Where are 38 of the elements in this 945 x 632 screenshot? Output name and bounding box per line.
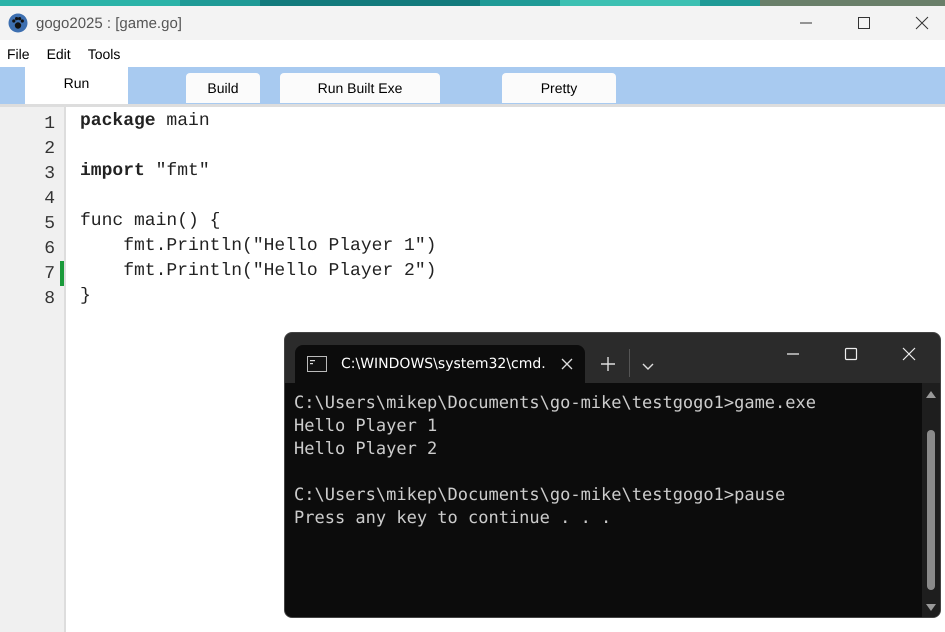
line-number: 8 bbox=[44, 288, 55, 308]
tab[interactable]: Build bbox=[186, 73, 260, 103]
code-line: import "fmt" bbox=[80, 161, 210, 181]
new-tab-icon[interactable] bbox=[601, 357, 615, 371]
console-line: Hello Player 1 bbox=[294, 416, 438, 436]
code-line: package main bbox=[80, 111, 210, 131]
line-number: 2 bbox=[44, 138, 55, 158]
menu-item[interactable]: Tools bbox=[88, 46, 120, 62]
console-line: Press any key to continue . . . bbox=[294, 508, 612, 528]
line-number: 4 bbox=[44, 188, 55, 208]
console-line: C:\Users\mikep\Documents\go-mike\testgogo1>pause bbox=[294, 485, 786, 505]
line-number: 6 bbox=[44, 238, 55, 258]
code-line: fmt.Println("Hello Player 2") bbox=[122, 261, 436, 281]
console-line: Hello Player 2 bbox=[294, 439, 438, 459]
scroll-up-icon[interactable] bbox=[926, 391, 936, 398]
terminal-tab[interactable]: C:\WINDOWS\system32\cmd. bbox=[295, 345, 585, 383]
chevron-down-icon[interactable] bbox=[642, 363, 654, 371]
menu-item[interactable]: File bbox=[7, 46, 30, 62]
menu-item[interactable]: Edit bbox=[46, 46, 71, 62]
scrollbar-thumb[interactable] bbox=[927, 430, 935, 590]
close-icon[interactable] bbox=[915, 16, 929, 30]
maximize-icon[interactable] bbox=[857, 16, 871, 30]
line-number: 7 bbox=[44, 264, 55, 284]
tab[interactable]: Run Built Exe bbox=[280, 73, 440, 103]
tab[interactable]: Run bbox=[25, 67, 128, 104]
scroll-down-icon[interactable] bbox=[926, 604, 936, 611]
console-line: C:\Users\mikep\Documents\go-mike\testgogo1>game.exe bbox=[294, 393, 816, 413]
window-title: gogo2025 : [game.go] bbox=[36, 14, 182, 32]
paw-icon bbox=[8, 13, 28, 33]
code-line: } bbox=[80, 286, 91, 306]
tab[interactable]: Pretty bbox=[502, 73, 616, 103]
code-line: func main() { bbox=[80, 211, 220, 231]
terminal-icon bbox=[307, 356, 327, 372]
line-number: 5 bbox=[44, 214, 55, 234]
tab-title: C:\WINDOWS\system32\cmd. bbox=[341, 356, 547, 372]
line-number: 3 bbox=[44, 164, 55, 184]
code-line: fmt.Println("Hello Player 1") bbox=[122, 236, 436, 256]
line-number: 1 bbox=[44, 114, 55, 134]
